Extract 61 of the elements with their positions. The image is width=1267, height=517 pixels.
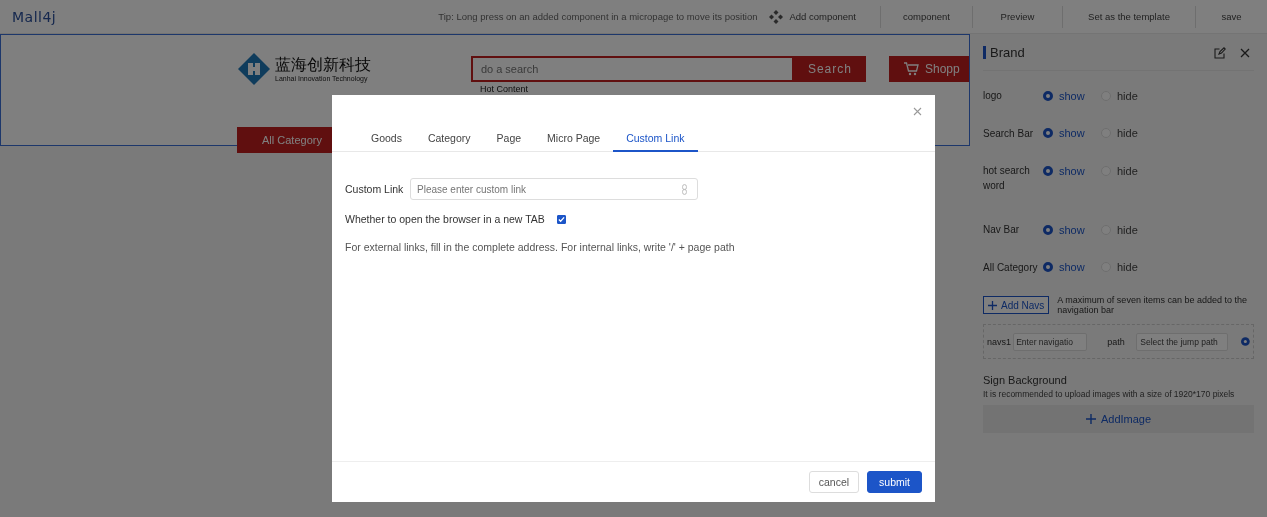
option-label: logo [983,89,1003,103]
radio-option[interactable]: hide [1101,259,1159,275]
radio-option[interactable]: show [1043,125,1101,141]
path-select[interactable]: Select the jump path [1136,332,1229,351]
app-logo: Mall4j [12,8,57,25]
hint-text: For external links, fill in the complete address. For internal links, write '/' + page path [345,241,736,253]
radio-option[interactable]: show [1043,88,1101,103]
radio-option[interactable]: show [1043,259,1101,275]
hot-content-label: Hot Content [479,84,529,94]
checkbox-label: Whether to open the browser in a new TAB [345,213,545,225]
nav-label: navs1 [987,336,1013,347]
custom-link-field[interactable]: Please enter custom link [410,178,698,200]
brand-logo-icon [237,52,271,86]
category-button[interactable]: All Category [237,127,333,153]
option-label: Nav Bar [983,223,1021,237]
close-icon [912,106,922,116]
toolbar-button[interactable]: component [880,5,972,28]
panel-title: Brand [983,46,1214,59]
option-label: hot search word [983,164,1031,193]
hint-text: A maximum of seven items can be added to the navigation bar [1057,295,1248,315]
radio-option[interactable]: hide [1101,88,1159,103]
cancel-button[interactable]: cancel [808,471,860,493]
cart-icon [903,62,919,76]
edit-icon [1214,46,1226,59]
option-label: Search Bar [983,126,1035,141]
hint-text: It is recommended to upload images with a size of 1920*170 pixels [983,389,1236,399]
add-image-button[interactable]: AddImage [983,405,1254,433]
toolbar-button[interactable]: Preview [972,5,1062,28]
tab[interactable]: Goods [358,126,415,152]
search-field[interactable]: do a search [470,56,794,82]
path-label: path [1107,336,1126,347]
search-button[interactable]: Search [793,56,866,82]
cart-button[interactable]: Shopp [889,56,969,82]
dot-icon [1241,337,1250,346]
tab[interactable]: Page [483,126,535,152]
field-label: Custom Link [345,183,405,195]
radio-option[interactable]: hide [1101,125,1159,141]
submit-button[interactable]: submit [867,471,922,493]
nav-name-field[interactable]: Enter navigatio [1013,332,1088,351]
radio-option[interactable]: hide [1101,222,1159,237]
checkbox[interactable] [556,214,566,224]
add-navs-button[interactable]: Add Navs [983,296,1050,314]
add-component-button[interactable]: Add component [769,9,856,24]
section-title: Sign Background [983,374,1068,386]
close-icon [1240,47,1250,58]
move-icon [769,9,784,24]
radio-option[interactable]: show [1043,222,1101,237]
plus-icon [1085,414,1096,424]
tab[interactable]: Category [414,126,484,152]
tab[interactable]: Micro Page [534,126,614,152]
plus-icon [988,300,997,310]
radio-option[interactable]: show [1043,163,1101,178]
radio-option[interactable]: hide [1101,163,1159,178]
tab[interactable]: Custom Link [613,126,698,152]
link-icon [682,184,687,195]
close-button[interactable] [911,105,923,117]
option-label: All Category [983,260,1039,275]
toolbar-button[interactable]: save [1195,5,1267,28]
brand-name: 蓝海创新科技 [275,55,371,74]
tip-text: Tip: Long press on an added component in a micropage to move its position [438,11,758,22]
toolbar-button[interactable]: Set as the template [1062,5,1195,28]
